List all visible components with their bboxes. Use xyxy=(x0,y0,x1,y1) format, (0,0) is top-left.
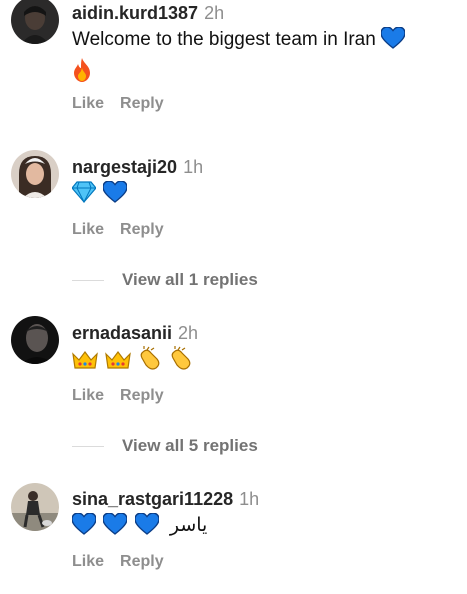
view-replies-label[interactable]: View all 5 replies xyxy=(122,436,258,456)
like-button[interactable]: Like xyxy=(72,95,104,112)
avatar[interactable] xyxy=(11,483,59,531)
timestamp: 2h xyxy=(204,3,225,23)
view-replies[interactable]: View all 5 replies xyxy=(72,435,258,457)
reply-button[interactable]: Reply xyxy=(120,553,164,570)
crown-icon xyxy=(72,350,98,379)
clapping-hands-icon xyxy=(139,346,163,379)
reply-button[interactable]: Reply xyxy=(120,95,164,112)
crown-icon xyxy=(105,350,132,379)
clapping-hands-icon xyxy=(170,346,194,379)
gem-icon xyxy=(71,181,97,212)
avatar[interactable] xyxy=(11,0,59,44)
comment-text-content: Welcome to the biggest team in Iran xyxy=(72,29,376,50)
fire-icon xyxy=(72,58,92,91)
username[interactable]: sina_rastgari11228 xyxy=(72,489,233,509)
timestamp: 1h xyxy=(239,489,260,509)
view-replies[interactable]: View all 1 replies xyxy=(72,269,258,291)
avatar[interactable] xyxy=(11,316,59,364)
reply-button[interactable]: Reply xyxy=(120,221,164,238)
like-button[interactable]: Like xyxy=(72,387,104,404)
reply-button[interactable]: Reply xyxy=(120,387,164,404)
view-replies-label[interactable]: View all 1 replies xyxy=(122,270,258,290)
comment-header: aidin.kurd1387 2h xyxy=(72,2,224,24)
comment-header: nargestaji20 1h xyxy=(72,156,203,178)
username[interactable]: ernadasanii xyxy=(72,323,172,343)
like-button[interactable]: Like xyxy=(72,553,104,570)
comment-text xyxy=(72,346,452,379)
blue-heart-icon xyxy=(102,180,128,212)
username[interactable]: nargestaji20 xyxy=(72,157,177,177)
divider-line xyxy=(72,279,104,281)
blue-heart-icon xyxy=(102,512,128,544)
comment-text: یاسر xyxy=(71,512,452,544)
timestamp: 2h xyxy=(178,323,199,343)
comment-header: sina_rastgari11228 1h xyxy=(72,488,259,510)
comment-actions: Like Reply xyxy=(72,387,164,405)
timestamp: 1h xyxy=(183,157,204,177)
comment-actions: Like Reply xyxy=(72,553,164,571)
comment-actions: Like Reply xyxy=(72,95,164,113)
blue-heart-icon xyxy=(71,512,97,544)
blue-heart-icon xyxy=(133,512,160,544)
comment-text-content: یاسر xyxy=(169,515,208,536)
comment-text xyxy=(71,180,452,212)
divider-line xyxy=(72,445,104,447)
blue-heart-icon xyxy=(380,26,406,58)
comment-text: Welcome to the biggest team in Iran xyxy=(72,26,452,91)
comment-actions: Like Reply xyxy=(72,221,164,239)
username[interactable]: aidin.kurd1387 xyxy=(72,3,198,23)
like-button[interactable]: Like xyxy=(72,221,104,238)
comment-header: ernadasanii 2h xyxy=(72,322,198,344)
avatar[interactable] xyxy=(11,150,59,198)
